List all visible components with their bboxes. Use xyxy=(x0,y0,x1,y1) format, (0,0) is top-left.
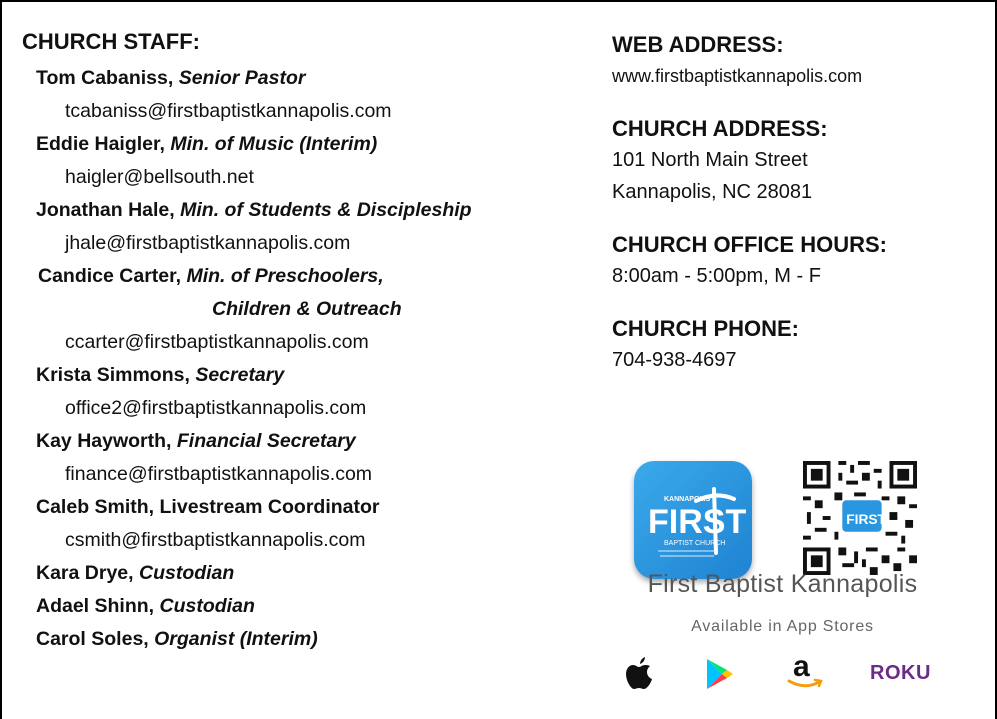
staff-name: Kay Hayworth, xyxy=(36,430,172,452)
amazon-icon[interactable]: a xyxy=(785,650,825,692)
staff-name: Tom Cabaniss, xyxy=(36,67,174,89)
staff-name-line: Carol Soles, Organist (Interim) xyxy=(22,623,597,656)
app-subtitle: Available in App Stores xyxy=(691,618,874,635)
qr-code[interactable]: FIRST xyxy=(803,461,917,575)
staff-name: Krista Simmons, xyxy=(36,364,190,386)
qr-badge-text: FIRST xyxy=(846,512,886,527)
staff-role: Custodian xyxy=(138,562,235,584)
staff-name: Carol Soles, xyxy=(36,628,149,650)
address-line-1: 101 North Main Street xyxy=(612,149,808,171)
app-promo: KANNAPOLIS FIRST BAPTIST CHURCH FIRST Fi… xyxy=(585,458,980,708)
staff-role: Secretary xyxy=(195,364,285,386)
church-info-section: WEB ADDRESS: www.firstbaptistkannapolis.… xyxy=(612,30,982,398)
staff-name: Candice Carter, xyxy=(38,265,182,287)
staff-email[interactable]: csmith@firstbaptistkannapolis.com xyxy=(22,524,597,557)
amazon-smile-icon xyxy=(787,678,823,688)
church-phone-value[interactable]: 704-938-4697 xyxy=(612,344,982,376)
web-address-heading: WEB ADDRESS: xyxy=(612,32,784,57)
app-logo-icon[interactable]: KANNAPOLIS FIRST BAPTIST CHURCH xyxy=(634,461,752,579)
staff-name: Adael Shinn, xyxy=(36,595,155,617)
app-title: First Baptist Kannapolis xyxy=(647,570,918,598)
staff-role: Min. of Preschoolers, xyxy=(186,265,384,287)
staff-heading: CHURCH STAFF: xyxy=(22,29,201,54)
staff-name-line: Eddie Haigler, Min. of Music (Interim) xyxy=(22,128,597,161)
staff-email[interactable]: tcabaniss@firstbaptistkannapolis.com xyxy=(22,95,597,128)
staff-role: Financial Secretary xyxy=(176,430,356,452)
staff-email[interactable]: office2@firstbaptistkannapolis.com xyxy=(22,392,597,425)
office-hours-value: 8:00am - 5:00pm, M - F xyxy=(612,265,821,287)
staff-name-line: Adael Shinn, Custodian xyxy=(22,590,597,623)
apple-icon[interactable] xyxy=(625,656,655,692)
office-hours-heading: CHURCH OFFICE HOURS: xyxy=(612,232,887,257)
church-phone-block: CHURCH PHONE: 704-938-4697 xyxy=(612,314,982,376)
office-hours-block: CHURCH OFFICE HOURS: 8:00am - 5:00pm, M … xyxy=(612,230,982,292)
staff-name: Kara Drye, xyxy=(36,562,134,584)
app-icon-main-text: FIRST xyxy=(648,503,746,541)
app-icon-sub-text: BAPTIST CHURCH xyxy=(664,540,725,547)
staff-role: Senior Pastor xyxy=(178,67,306,89)
roku-logo[interactable]: ROKU xyxy=(870,662,931,685)
address-line-2: Kannapolis, NC 28081 xyxy=(612,181,813,203)
google-play-icon[interactable] xyxy=(705,658,735,690)
staff-name: Eddie Haigler, xyxy=(36,133,165,155)
staff-name-line: Caleb Smith, Livestream Coordinator xyxy=(22,491,597,524)
web-address-block: WEB ADDRESS: www.firstbaptistkannapolis.… xyxy=(612,30,982,92)
staff-role: Min. of Music (Interim) xyxy=(170,133,378,155)
staff-role: Organist (Interim) xyxy=(154,628,318,650)
staff-role: Custodian xyxy=(159,595,255,617)
web-address-link[interactable]: www.firstbaptistkannapolis.com xyxy=(612,60,982,92)
staff-role-continuation: Children & Outreach xyxy=(212,298,402,320)
staff-name-line: Tom Cabaniss, Senior Pastor xyxy=(22,62,597,95)
staff-name-line: Krista Simmons, Secretary xyxy=(22,359,597,392)
church-staff-section: CHURCH STAFF: Tom Cabaniss, Senior Pasto… xyxy=(22,28,597,656)
church-address-block: CHURCH ADDRESS: 101 North Main Street Ka… xyxy=(612,114,982,208)
church-phone-heading: CHURCH PHONE: xyxy=(612,316,799,341)
church-address-heading: CHURCH ADDRESS: xyxy=(612,116,828,141)
app-logo-graphic: KANNAPOLIS FIRST BAPTIST CHURCH xyxy=(648,487,746,557)
staff-email[interactable]: jhale@firstbaptistkannapolis.com xyxy=(22,227,597,260)
staff-name-line: Kara Drye, Custodian xyxy=(22,557,597,590)
staff-name: Caleb Smith, Livestream Coordinator xyxy=(36,496,380,518)
staff-email[interactable]: ccarter@firstbaptistkannapolis.com xyxy=(22,326,597,359)
staff-name: Jonathan Hale, xyxy=(36,199,175,221)
staff-name-line: Kay Hayworth, Financial Secretary xyxy=(22,425,597,458)
staff-name-line: Candice Carter, Min. of Preschoolers, xyxy=(22,260,597,293)
staff-role: Min. of Students & Discipleship xyxy=(180,199,472,221)
staff-email[interactable]: finance@firstbaptistkannapolis.com xyxy=(22,458,597,491)
staff-name-line: Jonathan Hale, Min. of Students & Discip… xyxy=(22,194,597,227)
staff-email[interactable]: haigler@bellsouth.net xyxy=(22,161,597,194)
app-store-icons: a ROKU xyxy=(625,650,945,696)
